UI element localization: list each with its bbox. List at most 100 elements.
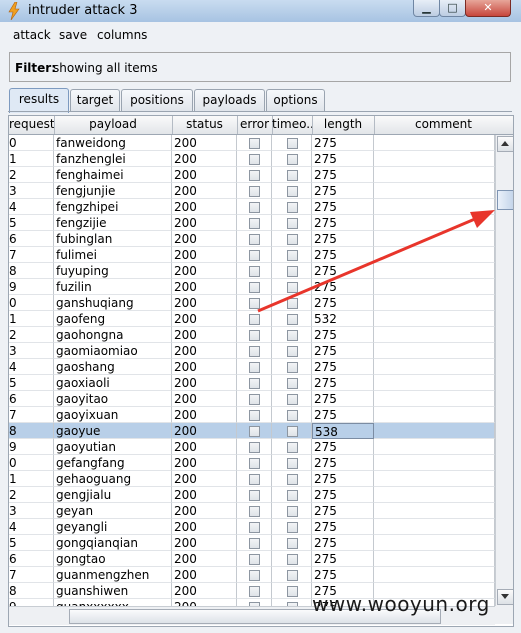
timeout-checkbox[interactable] bbox=[287, 586, 298, 597]
timeout-checkbox[interactable] bbox=[287, 266, 298, 277]
table-row[interactable]: 3 fengjunjie 200 275 bbox=[9, 183, 495, 199]
filter-bar[interactable]: Filter: showing all items bbox=[9, 52, 511, 82]
column-header-timeout[interactable]: timeo... bbox=[272, 116, 313, 134]
timeout-checkbox[interactable] bbox=[287, 506, 298, 517]
error-checkbox[interactable] bbox=[249, 410, 260, 421]
error-checkbox[interactable] bbox=[249, 250, 260, 261]
timeout-checkbox[interactable] bbox=[287, 538, 298, 549]
table-row[interactable]: 8 fuyuping 200 275 bbox=[9, 263, 495, 279]
timeout-checkbox[interactable] bbox=[287, 410, 298, 421]
timeout-checkbox[interactable] bbox=[287, 314, 298, 325]
menu-columns[interactable]: columns bbox=[97, 28, 147, 42]
table-row[interactable]: 7 gaoyixuan 200 275 bbox=[9, 407, 495, 423]
table-row[interactable]: 9 fuzilin 200 275 bbox=[9, 279, 495, 295]
vertical-scroll-thumb[interactable] bbox=[497, 190, 513, 210]
error-checkbox[interactable] bbox=[249, 234, 260, 245]
error-checkbox[interactable] bbox=[249, 426, 260, 437]
column-header-payload[interactable]: payload bbox=[54, 116, 173, 134]
table-row[interactable]: 7 fulimei 200 275 bbox=[9, 247, 495, 263]
table-row[interactable]: 0 gefangfang 200 275 bbox=[9, 455, 495, 471]
error-checkbox[interactable] bbox=[249, 490, 260, 501]
timeout-checkbox[interactable] bbox=[287, 570, 298, 581]
error-checkbox[interactable] bbox=[249, 346, 260, 357]
timeout-checkbox[interactable] bbox=[287, 138, 298, 149]
timeout-checkbox[interactable] bbox=[287, 490, 298, 501]
title-bar[interactable]: intruder attack 3 ▁ □ ✕ bbox=[0, 0, 521, 23]
error-checkbox[interactable] bbox=[249, 570, 260, 581]
table-row[interactable]: 2 gaohongna 200 275 bbox=[9, 327, 495, 343]
error-checkbox[interactable] bbox=[249, 314, 260, 325]
error-checkbox[interactable] bbox=[249, 442, 260, 453]
column-header-status[interactable]: status bbox=[172, 116, 238, 134]
maximize-button[interactable]: □ bbox=[439, 0, 466, 17]
table-row[interactable]: 4 geyangli 200 275 bbox=[9, 519, 495, 535]
timeout-checkbox[interactable] bbox=[287, 186, 298, 197]
table-row[interactable]: 2 gengjialu 200 275 bbox=[9, 487, 495, 503]
error-checkbox[interactable] bbox=[249, 474, 260, 485]
timeout-checkbox[interactable] bbox=[287, 298, 298, 309]
table-row[interactable]: 5 gaoxiaoli 200 275 bbox=[9, 375, 495, 391]
timeout-checkbox[interactable] bbox=[287, 282, 298, 293]
error-checkbox[interactable] bbox=[249, 586, 260, 597]
column-header-error[interactable]: error bbox=[237, 116, 273, 134]
table-row[interactable]: 6 gongtao 200 275 bbox=[9, 551, 495, 567]
timeout-checkbox[interactable] bbox=[287, 170, 298, 181]
timeout-checkbox[interactable] bbox=[287, 522, 298, 533]
column-header-length[interactable]: length bbox=[312, 116, 375, 134]
error-checkbox[interactable] bbox=[249, 282, 260, 293]
tab-results[interactable]: results bbox=[9, 88, 69, 113]
error-checkbox[interactable] bbox=[249, 506, 260, 517]
table-row[interactable]: 4 gaoshang 200 275 bbox=[9, 359, 495, 375]
timeout-checkbox[interactable] bbox=[287, 154, 298, 165]
error-checkbox[interactable] bbox=[249, 458, 260, 469]
timeout-checkbox[interactable] bbox=[287, 394, 298, 405]
timeout-checkbox[interactable] bbox=[287, 250, 298, 261]
error-checkbox[interactable] bbox=[249, 186, 260, 197]
error-checkbox[interactable] bbox=[249, 154, 260, 165]
table-row[interactable]: 6 fubinglan 200 275 bbox=[9, 231, 495, 247]
table-row[interactable]: 1 gaofeng 200 532 bbox=[9, 311, 495, 327]
table-row[interactable]: 9 gaoyutian 200 275 bbox=[9, 439, 495, 455]
timeout-checkbox[interactable] bbox=[287, 330, 298, 341]
error-checkbox[interactable] bbox=[249, 266, 260, 277]
table-row[interactable]: 1 fanzhenglei 200 275 bbox=[9, 151, 495, 167]
column-header-comment[interactable]: comment bbox=[374, 116, 513, 134]
timeout-checkbox[interactable] bbox=[287, 218, 298, 229]
tab-payloads[interactable]: payloads bbox=[194, 89, 265, 112]
column-header-request[interactable]: request bbox=[9, 116, 55, 134]
tab-target[interactable]: target bbox=[70, 89, 120, 112]
error-checkbox[interactable] bbox=[249, 522, 260, 533]
table-row[interactable]: 5 gongqianqian 200 275 bbox=[9, 535, 495, 551]
error-checkbox[interactable] bbox=[249, 394, 260, 405]
error-checkbox[interactable] bbox=[249, 378, 260, 389]
tab-options[interactable]: options bbox=[266, 89, 325, 112]
table-row[interactable]: 4 fengzhipei 200 275 bbox=[9, 199, 495, 215]
table-row[interactable]: 7 guanmengzhen 200 275 bbox=[9, 567, 495, 583]
scroll-down-button[interactable] bbox=[497, 589, 513, 605]
scroll-up-button[interactable] bbox=[497, 136, 513, 152]
close-button[interactable]: ✕ bbox=[465, 0, 511, 17]
error-checkbox[interactable] bbox=[249, 170, 260, 181]
table-row[interactable]: 0 fanweidong 200 275 bbox=[9, 135, 495, 151]
error-checkbox[interactable] bbox=[249, 362, 260, 373]
error-checkbox[interactable] bbox=[249, 554, 260, 565]
table-row[interactable]: 1 gehaoguang 200 275 bbox=[9, 471, 495, 487]
timeout-checkbox[interactable] bbox=[287, 554, 298, 565]
table-row[interactable]: 5 fengzijie 200 275 bbox=[9, 215, 495, 231]
timeout-checkbox[interactable] bbox=[287, 362, 298, 373]
table-row[interactable]: 2 fenghaimei 200 275 bbox=[9, 167, 495, 183]
timeout-checkbox[interactable] bbox=[287, 474, 298, 485]
minimize-button[interactable]: ▁ bbox=[413, 0, 440, 17]
table-row[interactable]: 6 gaoyitao 200 275 bbox=[9, 391, 495, 407]
table-row[interactable]: 3 geyan 200 275 bbox=[9, 503, 495, 519]
vertical-scrollbar[interactable] bbox=[495, 135, 513, 606]
error-checkbox[interactable] bbox=[249, 138, 260, 149]
menu-save[interactable]: save bbox=[59, 28, 87, 42]
timeout-checkbox[interactable] bbox=[287, 346, 298, 357]
timeout-checkbox[interactable] bbox=[287, 442, 298, 453]
error-checkbox[interactable] bbox=[249, 202, 260, 213]
table-row[interactable]: 0 ganshuqiang 200 275 bbox=[9, 295, 495, 311]
error-checkbox[interactable] bbox=[249, 538, 260, 549]
menu-attack[interactable]: attack bbox=[13, 28, 51, 42]
timeout-checkbox[interactable] bbox=[287, 426, 298, 437]
